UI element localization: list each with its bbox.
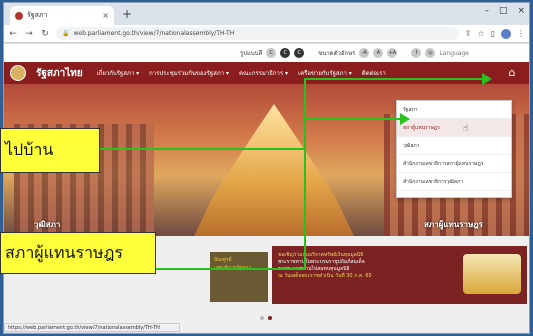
tab-strip: รัฐสภา × + – □ × xyxy=(4,3,529,25)
nav-contact[interactable]: ติดต่อเรา xyxy=(362,68,386,78)
reload-icon[interactable]: ↻ xyxy=(40,29,50,39)
font-larger-button[interactable]: +A xyxy=(387,48,398,58)
minimize-button[interactable]: – xyxy=(484,6,489,16)
arrowhead-house-icon xyxy=(400,113,410,125)
font-smaller-button[interactable]: -A xyxy=(359,48,370,58)
share-icon[interactable]: ⇪ xyxy=(465,29,472,39)
home-dropdown-menu: รัฐสภา สภาผู้แทนราษฎร วุฒิสภา สำนักงานเล… xyxy=(396,100,512,198)
card-left-title: ปัณฑูรย์ xyxy=(214,257,232,263)
web-page: รูปแบบสี C C C ขนาดตัวอักษร -A A +A f ◎ … xyxy=(4,44,529,332)
window-controls: – □ × xyxy=(484,6,525,16)
arrow-to-house-vertical xyxy=(304,118,306,270)
hero-house-link[interactable]: สภาผู้แทนราษฎร xyxy=(424,218,483,231)
dropdown-item-parliament[interactable]: รัฐสภา xyxy=(397,101,511,119)
nav-network[interactable]: เครือข่ายกับรัฐสภา ▾ xyxy=(298,68,352,78)
screen-frame: รัฐสภา × + – □ × ← → ↻ 🔒 web.parliament.… xyxy=(0,0,533,336)
carousel-dot[interactable] xyxy=(260,316,264,320)
url-text: web.parliament.go.th/view/7/nationalasse… xyxy=(73,30,235,37)
news-card-donation[interactable]: ขอเชิญร่วมกันบริจาคทรัพย์เงินทุนมูลนิธิ … xyxy=(272,246,527,304)
main-navbar: รัฐสภาไทย เกี่ยวกับรัฐสภา ▾ การประชุมร่ว… xyxy=(4,62,529,84)
star-icon[interactable]: ☆ xyxy=(477,29,484,39)
dropdown-item-senate[interactable]: วุฒิสภา xyxy=(397,137,511,155)
home-icon[interactable]: ⌂ xyxy=(505,66,519,80)
close-tab-icon[interactable]: × xyxy=(102,11,109,20)
callout-house: สภาผู้แทนราษฎร xyxy=(0,232,156,274)
toolbar-icons: ⇪ ☆ ▯ ⋮ xyxy=(465,28,525,39)
browser-tab[interactable]: รัฐสภา × xyxy=(10,6,114,25)
golden-tower-image xyxy=(194,104,354,236)
status-url-bar: https://web.parliament.go.th/view/7/nati… xyxy=(4,323,180,332)
arrowhead-home-icon xyxy=(482,73,492,85)
hero-senate-link[interactable]: วุฒิสภา xyxy=(34,218,60,231)
sidepanel-icon[interactable]: ▯ xyxy=(491,29,495,39)
arrow-to-house-horizontal-2 xyxy=(304,118,400,120)
color-mode-label: รูปแบบสี xyxy=(240,50,263,57)
arrow-to-home-horizontal-2 xyxy=(304,78,484,80)
font-normal-button[interactable]: A xyxy=(373,48,384,58)
forward-icon[interactable]: → xyxy=(24,29,34,39)
nav-committees[interactable]: คณะกรรมาธิการ ▾ xyxy=(239,68,288,78)
address-row: ← → ↻ 🔒 web.parliament.go.th/view/7/nati… xyxy=(4,25,529,43)
arrow-to-house-horizontal-1 xyxy=(156,268,306,270)
favicon-icon xyxy=(15,11,23,20)
dropdown-item-senate-secretariat[interactable]: สำนักงานเลขาธิการวุฒิสภา xyxy=(397,173,511,191)
arrow-to-home-horizontal-1 xyxy=(100,148,305,150)
new-tab-button[interactable]: + xyxy=(122,7,132,21)
tab-title: รัฐสภา xyxy=(27,11,48,19)
language-selector[interactable]: Language xyxy=(439,50,469,57)
carousel-dot[interactable] xyxy=(268,316,272,320)
close-window-button[interactable]: × xyxy=(517,6,525,16)
profile-avatar[interactable] xyxy=(501,28,511,39)
dropdown-item-house[interactable]: สภาผู้แทนราษฎร xyxy=(397,119,511,137)
font-size-label: ขนาดตัวอักษร xyxy=(318,50,356,57)
color-mode-dark-button[interactable]: C xyxy=(280,48,291,58)
carousel-dots xyxy=(260,316,272,320)
accessibility-strip: รูปแบบสี C C C ขนาดตัวอักษร -A A +A f ◎ … xyxy=(4,44,529,62)
nav-joint-sitting[interactable]: การประชุมร่วมกันของรัฐสภา ▾ xyxy=(149,68,229,78)
site-brand[interactable]: รัฐสภาไทย xyxy=(36,66,83,81)
callout-home: ไปบ้าน xyxy=(0,128,100,173)
facebook-icon[interactable]: f xyxy=(411,48,422,58)
dropdown-item-house-secretariat[interactable]: สำนักงานเลขาธิการสภาผู้แทนราษฎร xyxy=(397,155,511,173)
gift-image xyxy=(463,254,521,294)
nav-about[interactable]: เกี่ยวกับรัฐสภา ▾ xyxy=(97,68,139,78)
parliament-logo[interactable] xyxy=(10,65,26,81)
hand-cursor-icon: ☝ xyxy=(463,124,469,134)
color-mode-contrast-button[interactable]: C xyxy=(294,48,305,58)
globe-icon[interactable]: ◎ xyxy=(425,48,436,58)
maximize-button[interactable]: □ xyxy=(499,6,508,16)
address-bar[interactable]: 🔒 web.parliament.go.th/view/7/nationalas… xyxy=(56,27,459,40)
color-mode-normal-button[interactable]: C xyxy=(266,48,277,58)
menu-icon[interactable]: ⋮ xyxy=(517,29,525,39)
back-icon[interactable]: ← xyxy=(8,29,18,39)
news-card-left[interactable]: ปัณฑูรย์ เลขาธิการรัฐสภา xyxy=(210,252,268,302)
lock-icon: 🔒 xyxy=(62,30,70,37)
